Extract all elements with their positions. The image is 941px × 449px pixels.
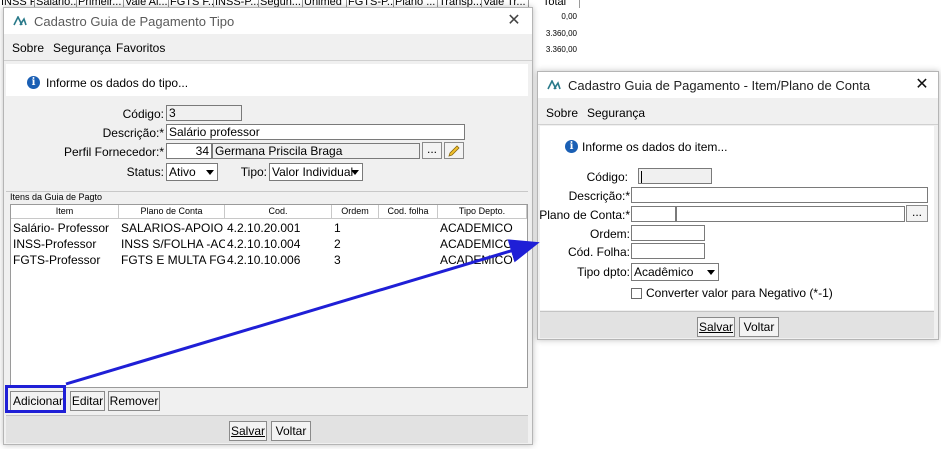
annotation-arrow [65,239,540,386]
